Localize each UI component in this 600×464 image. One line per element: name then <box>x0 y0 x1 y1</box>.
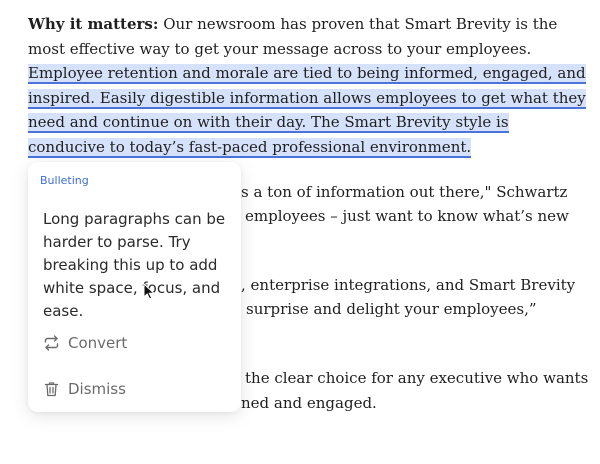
suggestion-category: Bulleting <box>40 174 89 187</box>
convert-button[interactable]: Convert <box>43 334 127 352</box>
highlighted-selection[interactable]: Employee retention and morale are tied t… <box>28 64 586 158</box>
mouse-cursor-icon <box>143 282 156 304</box>
partial-text-line: s a ton of information out there," Schwa… <box>241 183 568 201</box>
paragraph-why-it-matters[interactable]: Why it matters: Our newsroom has proven … <box>28 12 588 159</box>
suggestion-card: Bulleting Long paragraphs can be harder … <box>28 162 241 412</box>
suggestion-message: Long paragraphs can be harder to parse. … <box>43 210 226 320</box>
partial-text-line: surprise and delight your employees,” <box>246 300 537 318</box>
partial-text-line: the clear choice for any executive who w… <box>245 369 589 387</box>
convert-label: Convert <box>68 334 128 352</box>
document-body: Why it matters: Our newsroom has proven … <box>28 12 588 159</box>
dismiss-button[interactable]: Dismiss <box>43 380 126 398</box>
partial-text-line: ned and engaged. <box>241 394 377 412</box>
trash-icon <box>43 381 60 397</box>
paragraph-lead: Why it matters: <box>28 15 159 33</box>
partial-text-line: , enterprise integrations, and Smart Bre… <box>241 276 576 294</box>
convert-arrows-icon <box>43 335 60 351</box>
dismiss-label: Dismiss <box>68 380 126 398</box>
partial-text-line: employees – just want to know what’s new <box>245 207 569 225</box>
